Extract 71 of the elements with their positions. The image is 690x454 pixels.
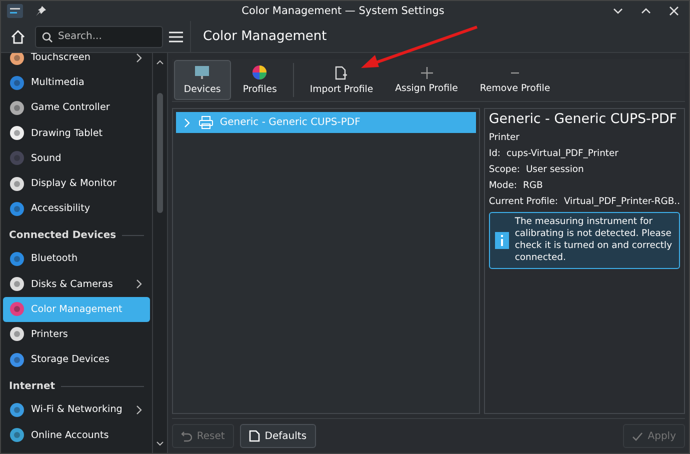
field-label: Id: [488,148,500,159]
printer-icon [198,116,213,129]
plus-icon [420,66,433,78]
device-title: Generic - Generic CUPS-PDF [488,112,678,127]
field-value: RGB [523,180,543,191]
chevron-right-icon [136,53,142,63]
sidebar-item[interactable]: Touchscreen [3,53,150,70]
sidebar-item[interactable]: Bluetooth [3,246,150,272]
category-icon [9,74,25,91]
sidebar-item[interactable]: Drawing Tablet [3,120,150,146]
sidebar-item[interactable]: Online Accounts [3,422,150,448]
scroll-up-icon[interactable] [156,59,164,65]
minimize-icon[interactable] [613,6,623,16]
field-label: Scope: [488,164,520,175]
toolbar-button[interactable]: Import Profile [300,60,384,100]
info-text: The measuring instrument for calibrating is not detected. Please check it is turned on and correctly connected. [514,216,674,265]
category-icon [9,250,25,267]
info-icon [494,232,509,249]
category-icon [9,301,25,318]
category-icon [9,100,25,116]
field-value: cups-Virtual_PDF_Printer [506,148,618,159]
defaults-button[interactable]: Defaults [240,424,316,448]
undo-icon [180,430,192,442]
pin-icon[interactable] [35,5,47,17]
checkmark-icon [632,432,643,440]
sidebar-item[interactable]: Display & Monitor [3,170,150,196]
maximize-icon[interactable] [641,6,651,16]
category-icon [9,200,25,217]
section-heading: Connected Devices [9,230,116,242]
sidebar-item[interactable]: Multimedia [3,70,150,96]
sidebar-item[interactable]: Disks & Cameras [3,272,150,297]
window-title: Color Management — System Settings [242,5,444,17]
field-value: User session [526,164,584,175]
toolbar-button[interactable]: Remove Profile [470,60,560,100]
color-wheel-icon [252,65,268,80]
app-menu-icon[interactable] [7,4,23,18]
section-heading: Internet [9,381,56,392]
view-tab[interactable]: Devices [174,60,231,100]
sidebar-item[interactable]: Accessibility [3,196,150,222]
chevron-right-icon [136,404,142,415]
sidebar-item[interactable]: Wi-Fi & Networking [3,397,150,422]
sidebar-item[interactable]: Sound [3,146,150,171]
close-icon[interactable] [669,6,679,16]
device-type: Printer [488,132,520,143]
document-icon [248,430,260,442]
home-icon[interactable] [10,28,26,44]
view-tab[interactable]: Profiles [232,60,287,100]
menu-icon[interactable] [169,30,183,42]
category-icon [9,125,25,142]
search-field[interactable]: Search... [35,26,163,48]
scrollbar[interactable] [152,53,168,453]
field-label: Mode: [488,180,517,191]
category-icon [9,427,25,444]
page-title: Color Management [202,29,327,44]
monitor-icon [194,65,210,80]
category-icon [9,176,25,192]
chevron-right-icon [136,279,142,290]
category-icon [9,402,25,418]
scroll-down-icon[interactable] [156,441,164,447]
category-icon [9,276,25,292]
field-value: Virtual_PDF_Printer-RGB.. [564,196,680,207]
search-icon [42,32,53,42]
field-label: Current Profile: [488,196,558,207]
document-plus-icon [335,66,348,80]
toolbar-button[interactable]: Assign Profile [385,60,468,100]
sidebar-item[interactable]: Game Controller [3,95,150,121]
category-icon [9,352,25,368]
sidebar-item[interactable]: Storage Devices [3,347,150,372]
sidebar-item[interactable]: Printers [3,322,150,348]
category-icon [9,326,25,342]
category-icon [9,150,25,166]
